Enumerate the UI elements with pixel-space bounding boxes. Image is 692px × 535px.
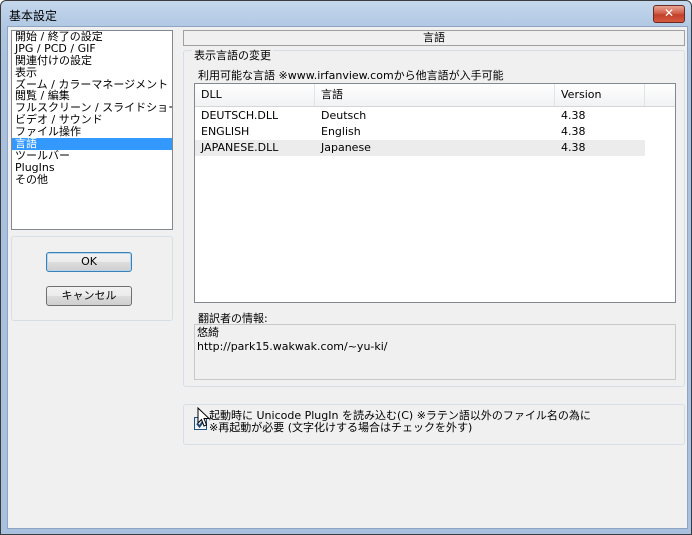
listview-header: DLL 言語 Version <box>195 84 675 107</box>
column-header-dll[interactable]: DLL <box>195 84 315 106</box>
category-item[interactable]: JPG / PCD / GIF <box>12 42 172 55</box>
translator-info-text: 悠綺 http://park15.wakwak.com/~yu-ki/ <box>197 326 388 353</box>
title-bar[interactable]: 基本設定 ✕ <box>1 1 691 27</box>
cell-version: 4.38 <box>561 141 586 154</box>
cell-version: 4.38 <box>561 125 586 138</box>
language-listview[interactable]: DLL 言語 Version DEUTSCH.DLL Deutsch 4.38 ENG… <box>194 83 676 303</box>
window-title: 基本設定 <box>9 9 58 23</box>
language-row[interactable]: DEUTSCH.DLL Deutsch 4.38 <box>195 108 645 124</box>
cell-dll: DEUTSCH.DLL <box>201 109 279 122</box>
settings-dialog: 基本設定 ✕ 開始 / 終了の設定 JPG / PCD / GIF 関連付けの設定表… <box>0 0 692 535</box>
unicode-plugin-label[interactable]: 起動時に Unicode PlugIn を読み込む(C) ※ラテン語以外のファイ… <box>209 410 591 434</box>
cancel-button[interactable]: キャンセル <box>46 286 132 306</box>
cell-version: 4.38 <box>561 109 586 122</box>
ok-button[interactable]: OK <box>46 252 132 272</box>
column-header-language[interactable]: 言語 <box>315 84 555 106</box>
close-button[interactable]: ✕ <box>653 5 685 23</box>
category-item[interactable]: その他 <box>12 173 172 186</box>
language-group-label: 表示言語の変更 <box>192 47 273 63</box>
cell-language: Japanese <box>321 141 371 154</box>
dialog-client: 開始 / 終了の設定 JPG / PCD / GIF 関連付けの設定 表示 ズーム / … <box>7 26 688 529</box>
language-row[interactable]: JAPANESE.DLL Japanese 4.38 <box>195 140 645 156</box>
cell-dll: ENGLISH <box>201 125 250 138</box>
page-header: 言語 <box>183 30 685 46</box>
available-languages-label: 利用可能な言語 ※www.irfanview.comから他言語が入手可能 <box>198 69 504 82</box>
cell-language: Deutsch <box>321 109 367 122</box>
cell-language: English <box>321 125 361 138</box>
language-row[interactable]: ENGLISH English 4.38 <box>195 124 645 140</box>
button-group: OK キャンセル <box>11 236 173 321</box>
category-list[interactable]: 開始 / 終了の設定 JPG / PCD / GIF 関連付けの設定 表示 ズーム / … <box>11 30 173 230</box>
translator-info-box: 悠綺 http://park15.wakwak.com/~yu-ki/ <box>194 324 676 380</box>
category-item[interactable]: 表示 <box>12 66 172 79</box>
category-item[interactable]: 関連付けの設定 <box>12 54 172 67</box>
mouse-cursor-icon <box>197 407 211 427</box>
cell-dll: JAPANESE.DLL <box>201 141 279 154</box>
category-item[interactable]: ツールバー <box>12 149 172 162</box>
category-item[interactable]: PlugIns <box>12 161 172 174</box>
column-header-version[interactable]: Version <box>555 84 645 106</box>
